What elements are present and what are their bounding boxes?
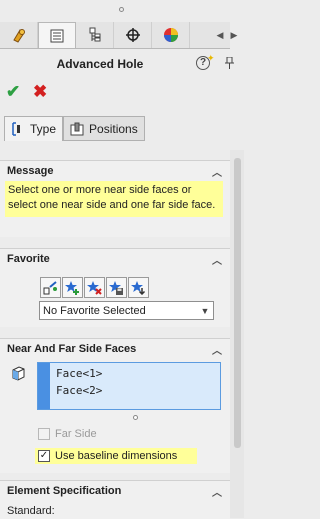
tab-type[interactable]: Type bbox=[4, 116, 64, 141]
tab-configuration-manager[interactable] bbox=[76, 22, 114, 48]
collapse-chevron-icon[interactable]: ︿ bbox=[212, 252, 222, 267]
star-add-icon bbox=[65, 281, 79, 295]
load-favorite-button[interactable] bbox=[128, 277, 149, 298]
hole-positions-icon bbox=[70, 122, 84, 135]
ok-button[interactable]: ✔ bbox=[6, 82, 20, 102]
page-title: Advanced Hole bbox=[56, 57, 144, 71]
message-heading: Message bbox=[7, 165, 54, 177]
load-favorite-icon bbox=[131, 281, 146, 295]
save-favorite-button[interactable] bbox=[106, 277, 127, 298]
element-spec-panel-header[interactable]: Element Specification ︿ bbox=[0, 481, 230, 501]
baseline-label: Use baseline dimensions bbox=[55, 450, 178, 462]
apply-defaults-button[interactable] bbox=[40, 277, 61, 298]
faces-panel-header[interactable]: Near And Far Side Faces ︿ bbox=[0, 339, 230, 359]
manager-tabstrip bbox=[0, 22, 230, 49]
tab-feature-manager[interactable] bbox=[0, 22, 38, 48]
star-delete-icon bbox=[87, 281, 102, 295]
x-icon: ✖ bbox=[33, 82, 48, 101]
tab-scroll-right-icon[interactable]: ▶ bbox=[228, 22, 240, 48]
list-item[interactable]: Face<1> bbox=[56, 367, 102, 380]
hole-type-icon bbox=[12, 122, 20, 136]
panel-grip[interactable] bbox=[119, 7, 124, 12]
favorite-panel: Favorite ︿ No Favorite Selected ▼ bbox=[0, 248, 230, 327]
far-side-checkbox[interactable] bbox=[38, 428, 50, 440]
add-favorite-button[interactable] bbox=[62, 277, 83, 298]
scrollbar-thumb[interactable] bbox=[234, 158, 241, 448]
message-text: Select one or more near side faces or se… bbox=[5, 181, 223, 217]
element-spec-heading: Element Specification bbox=[7, 485, 122, 497]
checkmark-icon: ✓ bbox=[39, 450, 49, 461]
pin-icon[interactable] bbox=[225, 57, 234, 69]
list-resize-handle[interactable] bbox=[133, 415, 138, 420]
tab-display-manager[interactable] bbox=[152, 22, 190, 48]
chevron-down-icon[interactable]: ▼ bbox=[197, 306, 213, 316]
hole-subtabs: Type Positions bbox=[4, 116, 145, 141]
favorite-panel-header[interactable]: Favorite ︿ bbox=[0, 249, 230, 269]
standard-label: Standard: bbox=[7, 505, 55, 517]
delete-favorite-button[interactable] bbox=[84, 277, 105, 298]
collapse-chevron-icon[interactable]: ︿ bbox=[212, 342, 222, 357]
collapse-chevron-icon[interactable]: ︿ bbox=[212, 484, 222, 499]
face-selection-icon bbox=[12, 366, 25, 381]
selection-active-bar bbox=[38, 363, 50, 409]
baseline-checkbox-row[interactable]: ✓ Use baseline dimensions bbox=[35, 448, 198, 464]
tab-positions-label: Positions bbox=[89, 121, 138, 136]
save-favorite-icon bbox=[109, 281, 123, 295]
check-icon: ✔ bbox=[6, 82, 21, 101]
tab-dimxpert-manager[interactable] bbox=[114, 22, 152, 48]
favorite-select[interactable]: No Favorite Selected ▼ bbox=[39, 301, 214, 320]
cancel-button[interactable]: ✖ bbox=[33, 82, 47, 102]
far-side-checkbox-row[interactable]: Far Side bbox=[38, 428, 97, 440]
feature-tree-icon bbox=[12, 29, 25, 43]
faces-selection-list[interactable]: Face<1> Face<2> bbox=[37, 362, 221, 410]
favorite-toolbar bbox=[40, 277, 149, 298]
favorite-select-value: No Favorite Selected bbox=[43, 304, 146, 317]
list-item[interactable]: Face<2> bbox=[56, 384, 102, 397]
faces-panel: Near And Far Side Faces ︿ Face<1> Face<2… bbox=[0, 338, 230, 473]
collapse-chevron-icon[interactable]: ︿ bbox=[212, 164, 222, 179]
message-panel: Message ︿ Select one or more near side f… bbox=[0, 160, 230, 237]
configuration-icon bbox=[89, 27, 100, 42]
baseline-checkbox[interactable]: ✓ bbox=[38, 450, 50, 462]
whats-new-icon: ✦ bbox=[207, 53, 215, 63]
crosshair-icon bbox=[125, 28, 140, 42]
tab-property-manager[interactable] bbox=[38, 22, 76, 48]
display-manager-icon bbox=[163, 28, 178, 42]
element-spec-panel: Element Specification ︿ Standard: bbox=[0, 480, 230, 519]
far-side-label: Far Side bbox=[55, 428, 97, 440]
message-panel-header[interactable]: Message ︿ bbox=[0, 161, 230, 181]
tab-positions[interactable]: Positions bbox=[63, 116, 145, 141]
tab-scroll-left-icon[interactable]: ◀ bbox=[214, 22, 226, 48]
tab-type-label: Type bbox=[30, 122, 57, 136]
favorite-heading: Favorite bbox=[7, 253, 50, 265]
faces-heading: Near And Far Side Faces bbox=[7, 343, 137, 355]
property-manager-icon bbox=[50, 29, 64, 42]
apply-defaults-icon bbox=[43, 281, 57, 295]
